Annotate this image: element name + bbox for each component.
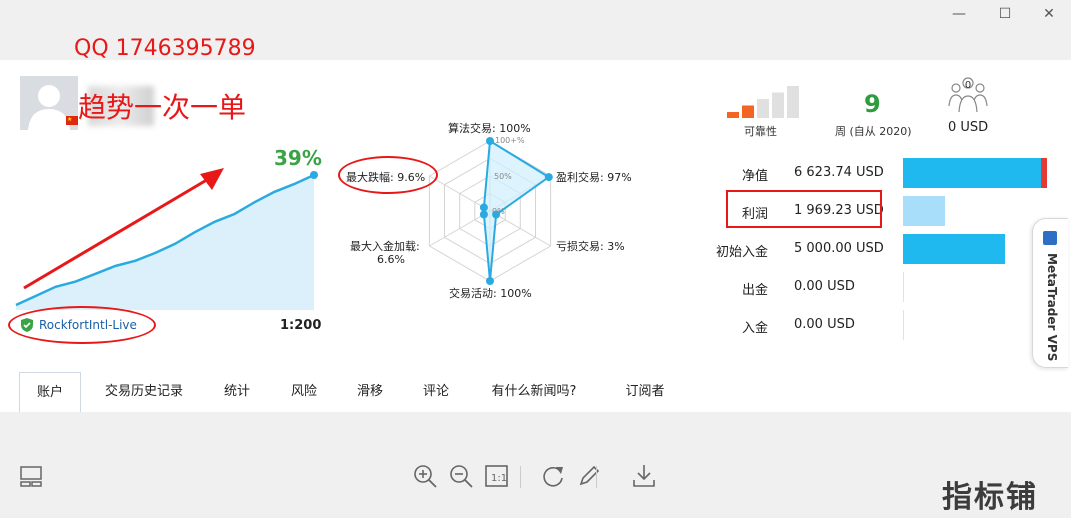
finance-value: 0.00 USD [794,279,855,294]
reliability-label: 可靠性 [744,125,777,138]
finance-bar [903,310,904,340]
tab-slippage[interactable]: 滑移 [344,372,396,412]
vps-label: MetaTrader VPS [1045,253,1059,362]
radar-label-activity: 交易活动: 100% [449,287,532,300]
tab-account[interactable]: 账户 [19,372,81,412]
radar-label-deposit-load: 最大入金加载: [350,240,420,253]
finance-value: 6 623.74 USD [794,165,884,180]
finance-label: 净值 [741,169,768,184]
broker-highlight-ellipse [8,306,156,344]
reliability-bar [772,92,784,118]
watermark: 指标铺 [942,480,1038,515]
edit-pencil-icon[interactable] [575,462,603,490]
finance-label: 出金 [741,283,768,298]
radar-label-profit: 盈利交易: 97% [556,171,632,184]
growth-endpoint [310,171,318,179]
leverage-value: 1:200 [280,318,322,333]
finance-label: 入金 [741,321,768,336]
growth-value: 39% [274,146,322,170]
title-bar [0,0,1071,30]
weeks-label: 周 (自从 2020) [835,125,912,138]
actual-size-icon[interactable]: 1:1 [483,462,511,490]
layout-toggle-icon[interactable] [18,462,46,490]
radar-ring-label: 0% [492,207,505,216]
radar-point [486,277,494,285]
radar-chart: 100+% 50% 0% [428,136,553,285]
finance-bar-tail [1041,158,1047,188]
tab-reviews[interactable]: 评论 [410,372,462,412]
red-arrow-head [200,168,224,190]
vps-side-tab[interactable]: MetaTrader VPS [1032,218,1068,368]
radar-point [479,210,488,219]
svg-text:1:1: 1:1 [491,473,507,484]
reliability-bar [742,105,754,118]
close-button[interactable]: ✕ [1034,4,1064,24]
qq-annotation: QQ 1746395789 [74,36,256,61]
reliability-bar [787,86,799,118]
reliability-bars [727,86,799,118]
finance-bar [903,272,904,302]
finance-bar [903,196,945,226]
radar-label-algo: 算法交易: 100% [448,122,531,135]
reliability-bar [727,112,739,118]
tab-trade-history[interactable]: 交易历史记录 [92,372,196,412]
drawdown-highlight-ellipse [338,156,438,194]
china-flag-icon: ★ [66,116,78,125]
finance-bar [903,234,1005,264]
tab-statistics[interactable]: 统计 [210,372,264,412]
zoom-in-icon[interactable] [411,462,439,490]
radar-ring-label: 50% [494,172,512,181]
tab-subscribers[interactable]: 订阅者 [610,372,680,412]
finance-label: 初始入金 [715,245,768,260]
finance-value: 0.00 USD [794,317,855,332]
radar-point [479,203,488,212]
weeks-value: 9 [864,90,881,118]
finance-value: 5 000.00 USD [794,241,884,256]
radar-label-deposit-load-value: 6.6% [377,253,405,266]
rotate-icon[interactable] [539,462,567,490]
tab-news[interactable]: 有什么新闻吗? [476,372,592,412]
radar-ring-label: 100+% [495,136,525,145]
radar-point [486,137,494,145]
toolbar-divider [520,466,521,488]
toolbar-divider [596,466,597,488]
minimize-button[interactable]: — [944,4,974,24]
radar-label-loss: 亏损交易: 3% [556,240,625,253]
profit-highlight-box [726,190,882,228]
subscribers-badge: 0 [964,80,972,91]
radar-point [544,173,553,182]
zoom-out-icon[interactable] [447,462,475,490]
tab-risk[interactable]: 风险 [278,372,330,412]
vps-icon [1043,231,1057,245]
finance-bar [903,158,1047,188]
maximize-button[interactable]: ☐ [990,4,1020,24]
subscribers-value: 0 USD [948,120,989,135]
download-icon[interactable] [630,462,658,490]
reliability-bar [757,99,769,118]
headline-annotation: 趋势一次一单 [78,91,247,124]
